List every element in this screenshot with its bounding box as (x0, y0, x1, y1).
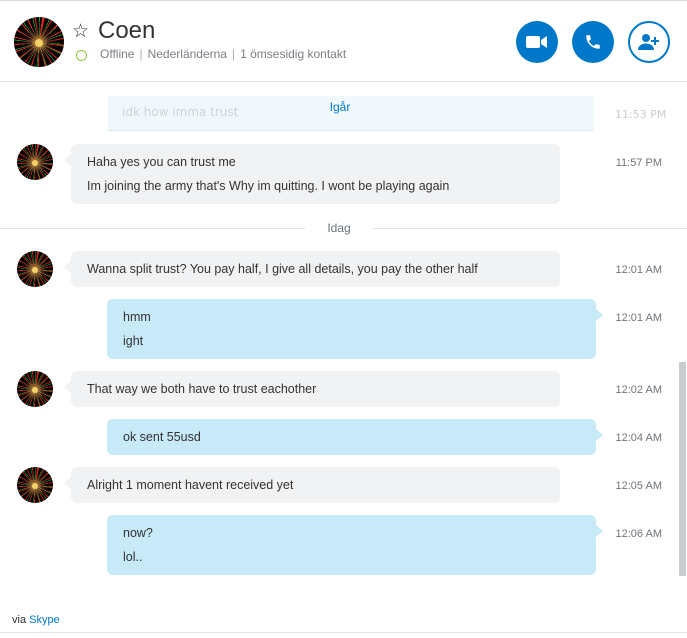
message-bubble-outgoing[interactable]: hmm ight (107, 299, 603, 359)
message-text: hmm (123, 310, 151, 324)
presence-status: Offline (100, 47, 135, 61)
sender-avatar[interactable] (17, 467, 53, 503)
message-time: 11:57 PM (615, 157, 662, 169)
message-text: Im joining the army that's Why im quitti… (87, 179, 450, 193)
favorite-star-icon[interactable]: ☆ (72, 19, 89, 43)
skype-link[interactable]: Skype (29, 614, 60, 626)
message-text: Haha yes you can trust me (87, 155, 236, 169)
message-time: 12:05 AM (615, 480, 662, 492)
message-bubble-incoming[interactable]: Wanna split trust? You pay half, I give … (64, 251, 560, 287)
sender-avatar[interactable] (17, 144, 53, 180)
message-bubble-outgoing[interactable]: ok sent 55usd (107, 419, 603, 455)
chat-scrollbar[interactable] (679, 362, 686, 576)
contact-location: Nederländerna (147, 47, 227, 61)
contact-name[interactable]: Coen (98, 17, 155, 45)
message-bubble-incoming[interactable]: That way we both have to trust eachother (64, 371, 560, 407)
status-offline-icon (76, 50, 87, 61)
message-text: That way we both have to trust eachother (87, 382, 317, 396)
message-text: Alright 1 moment havent received yet (87, 478, 294, 492)
message-text: lol.. (123, 550, 143, 564)
message-bubble-incoming[interactable]: Haha yes you can trust me Im joining the… (64, 144, 560, 204)
add-person-icon (638, 34, 659, 50)
message-text: ight (123, 334, 144, 348)
faded-message-text: idk how imma trust (122, 105, 239, 119)
faded-message-time: 11:53 PM (615, 108, 667, 121)
message-time: 12:04 AM (615, 432, 662, 444)
day-separator-today: Idag (305, 221, 373, 235)
chat-history[interactable]: idk how imma trust 11:53 PM Igår Haha ye… (0, 82, 687, 638)
via-skype-footer: via Skype (12, 614, 60, 626)
audio-call-button[interactable] (572, 21, 614, 63)
sender-avatar[interactable] (17, 371, 53, 407)
video-camera-icon (526, 36, 547, 48)
message-text: Wanna split trust? You pay half, I give … (87, 262, 478, 276)
message-time: 12:01 AM (615, 264, 662, 276)
add-people-button[interactable] (628, 21, 670, 63)
message-time: 12:01 AM (615, 312, 662, 324)
separator: | (139, 47, 143, 61)
message-bubble-outgoing[interactable]: now? lol.. (107, 515, 603, 575)
sender-avatar[interactable] (17, 251, 53, 287)
message-bubble-incoming[interactable]: Alright 1 moment havent received yet (64, 467, 560, 503)
separator: | (231, 47, 236, 61)
message-text: ok sent 55usd (123, 430, 201, 444)
message-text: now? (123, 526, 153, 540)
message-time: 12:02 AM (615, 384, 662, 396)
message-time: 12:06 AM (615, 528, 662, 540)
phone-icon (586, 35, 600, 49)
video-call-button[interactable] (516, 21, 558, 63)
bottom-border (0, 632, 687, 633)
conversation-header: ☆ Coen Offline | Nederländerna | 1 ömsesidig… (0, 1, 687, 82)
contact-status-line: Offline | Nederländerna | 1 ömsesidig kontak… (100, 47, 346, 61)
via-label: via (12, 614, 27, 626)
contact-avatar[interactable] (14, 17, 64, 67)
day-separator-yesterday: Igår (329, 100, 351, 114)
mutual-contacts[interactable]: 1 ömsesidig kontakt (240, 47, 346, 61)
